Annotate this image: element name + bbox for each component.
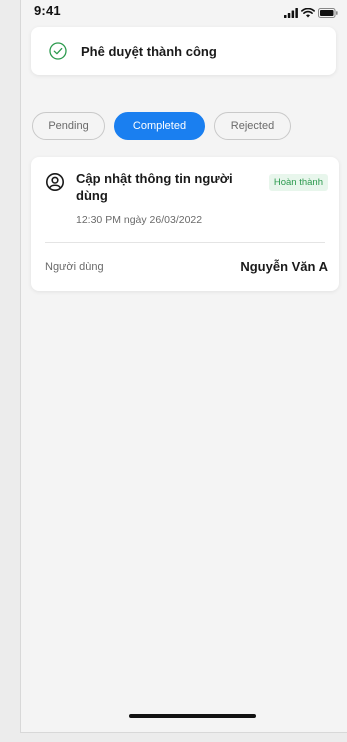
user-value: Nguyễn Văn A: [240, 259, 328, 274]
success-toast: Phê duyệt thành công: [31, 27, 336, 75]
tab-pending[interactable]: Pending: [32, 112, 105, 140]
request-card[interactable]: Cập nhật thông tin người dùng Hoàn thành…: [31, 157, 339, 291]
status-time: 9:41: [34, 3, 61, 18]
tab-completed[interactable]: Completed: [114, 112, 205, 140]
wifi-icon: [301, 5, 315, 23]
home-indicator[interactable]: [129, 714, 256, 718]
tab-rejected[interactable]: Rejected: [214, 112, 291, 140]
user-label: Người dùng: [45, 261, 104, 273]
toast-message: Phê duyệt thành công: [81, 43, 217, 59]
user-circle-icon: [45, 172, 65, 192]
divider: [45, 242, 325, 243]
request-title: Cập nhật thông tin người dùng: [76, 171, 233, 203]
request-timestamp: 12:30 PM ngày 26/03/2022: [76, 214, 203, 226]
phone-screen: 9:41 Phê duyệt thành công Pending Comple…: [20, 0, 347, 733]
check-circle-icon: [48, 41, 68, 61]
signal-icon: [284, 5, 298, 23]
battery-icon: [318, 5, 338, 23]
status-bar: 9:41: [21, 0, 347, 22]
status-badge: Hoàn thành: [268, 174, 328, 191]
status-icons: [284, 5, 338, 23]
status-filter-tabs: Pending Completed Rejected: [32, 112, 291, 140]
